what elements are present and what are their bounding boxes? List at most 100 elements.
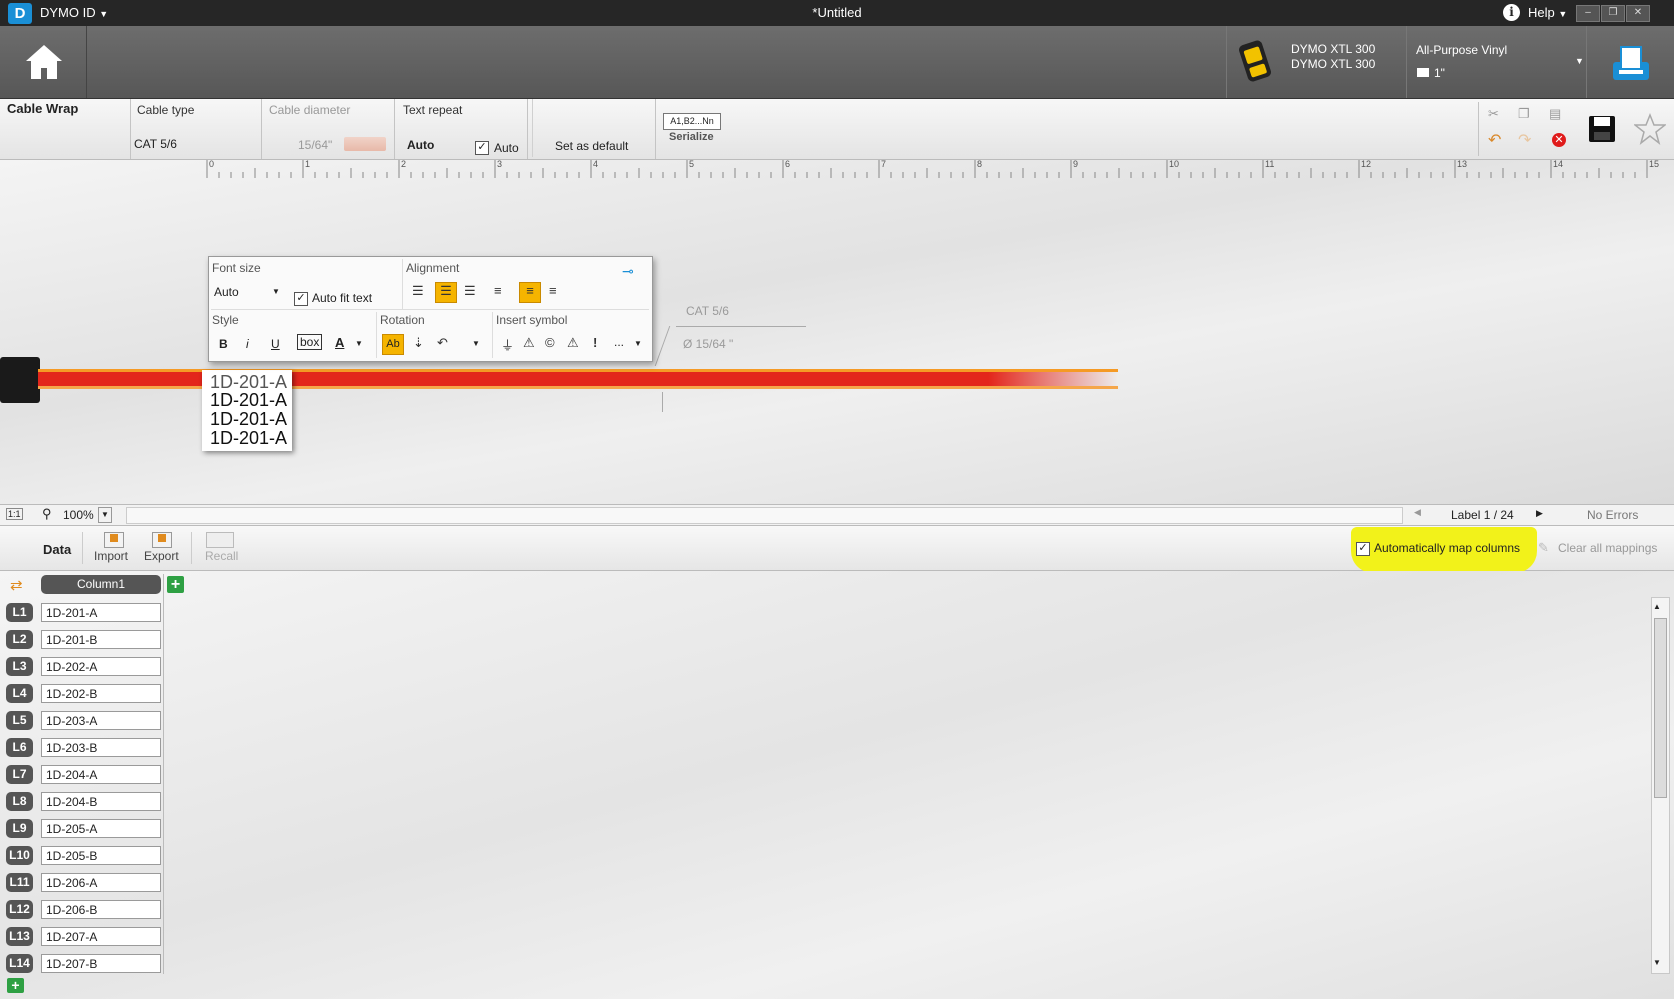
row-label[interactable]: L12	[6, 900, 33, 919]
row-label[interactable]: L4	[6, 684, 33, 703]
copy-icon[interactable]: ❐	[1518, 106, 1530, 122]
restore-button[interactable]: ❐	[1601, 5, 1625, 22]
add-row-button[interactable]: +	[7, 978, 24, 993]
row-label[interactable]: L8	[6, 792, 33, 811]
recall-button[interactable]: Recall	[205, 549, 238, 563]
label-preview[interactable]: 1D-201-A 1D-201-A 1D-201-A 1D-201-A	[202, 370, 292, 451]
ground-symbol-icon[interactable]: ⏚	[501, 335, 514, 354]
next-label-icon[interactable]: ▶	[1536, 508, 1543, 519]
italic-button[interactable]: i	[246, 337, 249, 351]
row-label[interactable]: L6	[6, 738, 33, 757]
print-button[interactable]	[1586, 26, 1674, 98]
serialize-icon[interactable]: A1,B2...Nn	[663, 113, 721, 130]
table-cell[interactable]: 1D-202-A	[41, 657, 161, 676]
more-symbols-button[interactable]: ...	[614, 335, 624, 349]
align-left-icon[interactable]: ☰	[412, 283, 424, 299]
clear-all-mappings-button[interactable]: Clear all mappings	[1558, 541, 1657, 555]
home-button[interactable]	[0, 26, 87, 98]
table-cell[interactable]: 1D-201-B	[41, 630, 161, 649]
previous-label-icon[interactable]: ◀	[1414, 507, 1424, 518]
scroll-down-icon[interactable]: ▼	[1653, 958, 1661, 967]
rotation-angle-icon[interactable]: ↶	[437, 335, 448, 351]
row-label[interactable]: L13	[6, 927, 33, 946]
label-text-line[interactable]: 1D-201-A	[210, 390, 287, 411]
align-bottom-icon[interactable]: ≡	[549, 283, 557, 298]
warning-symbol-icon[interactable]: ⚠	[523, 335, 535, 351]
vertical-scrollbar[interactable]: ▲ ▼	[1651, 597, 1670, 974]
label-text-line[interactable]: 1D-201-A	[210, 409, 287, 430]
fit-to-window-icon[interactable]: 1:1	[6, 508, 23, 520]
cut-icon[interactable]: ✂	[1488, 106, 1499, 122]
copyright-symbol-icon[interactable]: ©	[545, 335, 555, 350]
row-label[interactable]: L2	[6, 630, 33, 649]
save-icon[interactable]	[1587, 114, 1617, 144]
row-label[interactable]: L1	[6, 603, 33, 622]
undo-icon[interactable]: ↶	[1488, 130, 1501, 150]
redo-icon[interactable]: ↷	[1518, 130, 1531, 150]
row-label[interactable]: L3	[6, 657, 33, 676]
table-cell[interactable]: 1D-207-B	[41, 954, 161, 973]
font-color-button[interactable]: A	[335, 335, 344, 350]
minimize-button[interactable]: ‒	[1576, 5, 1600, 22]
chevron-down-icon[interactable]: ▼	[634, 339, 642, 348]
pin-icon[interactable]: ⊸	[622, 263, 634, 280]
align-center-icon[interactable]: ☰	[435, 282, 457, 303]
table-cell[interactable]: 1D-206-A	[41, 873, 161, 892]
table-cell[interactable]: 1D-205-A	[41, 819, 161, 838]
align-middle-icon[interactable]: ≡	[519, 282, 541, 303]
close-window-button[interactable]: ✕	[1626, 5, 1650, 22]
table-cell[interactable]: 1D-204-A	[41, 765, 161, 784]
hazard-symbol-icon[interactable]: ⚠	[567, 335, 579, 351]
exclamation-symbol-icon[interactable]: !	[593, 335, 597, 350]
column-header[interactable]: Column1	[41, 575, 161, 594]
printer-selector[interactable]: DYMO XTL 300 DYMO XTL 300	[1226, 26, 1407, 98]
label-text-line[interactable]: 1D-201-A	[210, 428, 287, 449]
auto-map-checkbox[interactable]: ✓	[1356, 542, 1370, 556]
rotation-horizontal-button[interactable]: Ab	[382, 334, 404, 355]
paste-icon[interactable]: ▤	[1549, 106, 1561, 122]
cable-type-section[interactable]: Cable type CAT 5/6	[131, 99, 262, 159]
rotation-vertical-icon[interactable]: ⇣	[413, 335, 424, 351]
scrollbar-thumb[interactable]	[1654, 618, 1667, 798]
table-cell[interactable]: 1D-205-B	[41, 846, 161, 865]
text-repeat-auto-checkbox[interactable]: ✓	[475, 141, 489, 155]
export-button[interactable]: Export	[144, 549, 179, 563]
align-top-icon[interactable]: ≡	[494, 283, 502, 298]
auto-fit-checkbox[interactable]: ✓	[294, 292, 308, 306]
serialize-button[interactable]: Serialize	[669, 131, 714, 143]
clear-icon[interactable]: ✕	[1552, 133, 1566, 147]
table-cell[interactable]: 1D-203-A	[41, 711, 161, 730]
link-mapping-icon[interactable]: ⇄	[10, 576, 23, 594]
import-button[interactable]: Import	[94, 549, 128, 563]
align-right-icon[interactable]: ☰	[464, 283, 476, 299]
row-label[interactable]: L5	[6, 711, 33, 730]
cable-type-value[interactable]: CAT 5/6	[134, 137, 177, 151]
zoom-level[interactable]: 100%	[63, 508, 94, 522]
table-cell[interactable]: 1D-202-B	[41, 684, 161, 703]
chevron-down-icon[interactable]: ▼	[472, 339, 480, 348]
row-label[interactable]: L7	[6, 765, 33, 784]
row-label[interactable]: L14	[6, 954, 33, 973]
chevron-down-icon[interactable]: ▼	[355, 339, 363, 348]
info-icon[interactable]: i	[1503, 4, 1520, 21]
table-cell[interactable]: 1D-201-A	[41, 603, 161, 622]
label-cartridge-selector[interactable]: All-Purpose Vinyl 1" ▼	[1406, 26, 1587, 98]
row-label[interactable]: L10	[6, 846, 33, 865]
row-label[interactable]: L11	[6, 873, 33, 892]
error-status[interactable]: No Errors	[1587, 508, 1638, 522]
table-cell[interactable]: 1D-207-A	[41, 927, 161, 946]
scroll-up-icon[interactable]: ▲	[1653, 602, 1661, 611]
text-repeat-value[interactable]: Auto	[407, 138, 434, 152]
row-label[interactable]: L9	[6, 819, 33, 838]
bold-button[interactable]: B	[219, 337, 228, 351]
table-cell[interactable]: 1D-203-B	[41, 738, 161, 757]
set-as-default-button[interactable]: Set as default	[555, 139, 628, 153]
underline-button[interactable]: U	[271, 337, 280, 351]
box-button[interactable]: box	[297, 334, 323, 350]
help-menu[interactable]: Help ▼	[1528, 5, 1567, 20]
favorite-star-icon[interactable]	[1634, 113, 1666, 145]
font-size-select[interactable]: Auto ▼	[214, 285, 280, 299]
add-column-button[interactable]: +	[167, 576, 184, 593]
table-cell[interactable]: 1D-204-B	[41, 792, 161, 811]
horizontal-scrollbar[interactable]	[126, 507, 1403, 524]
